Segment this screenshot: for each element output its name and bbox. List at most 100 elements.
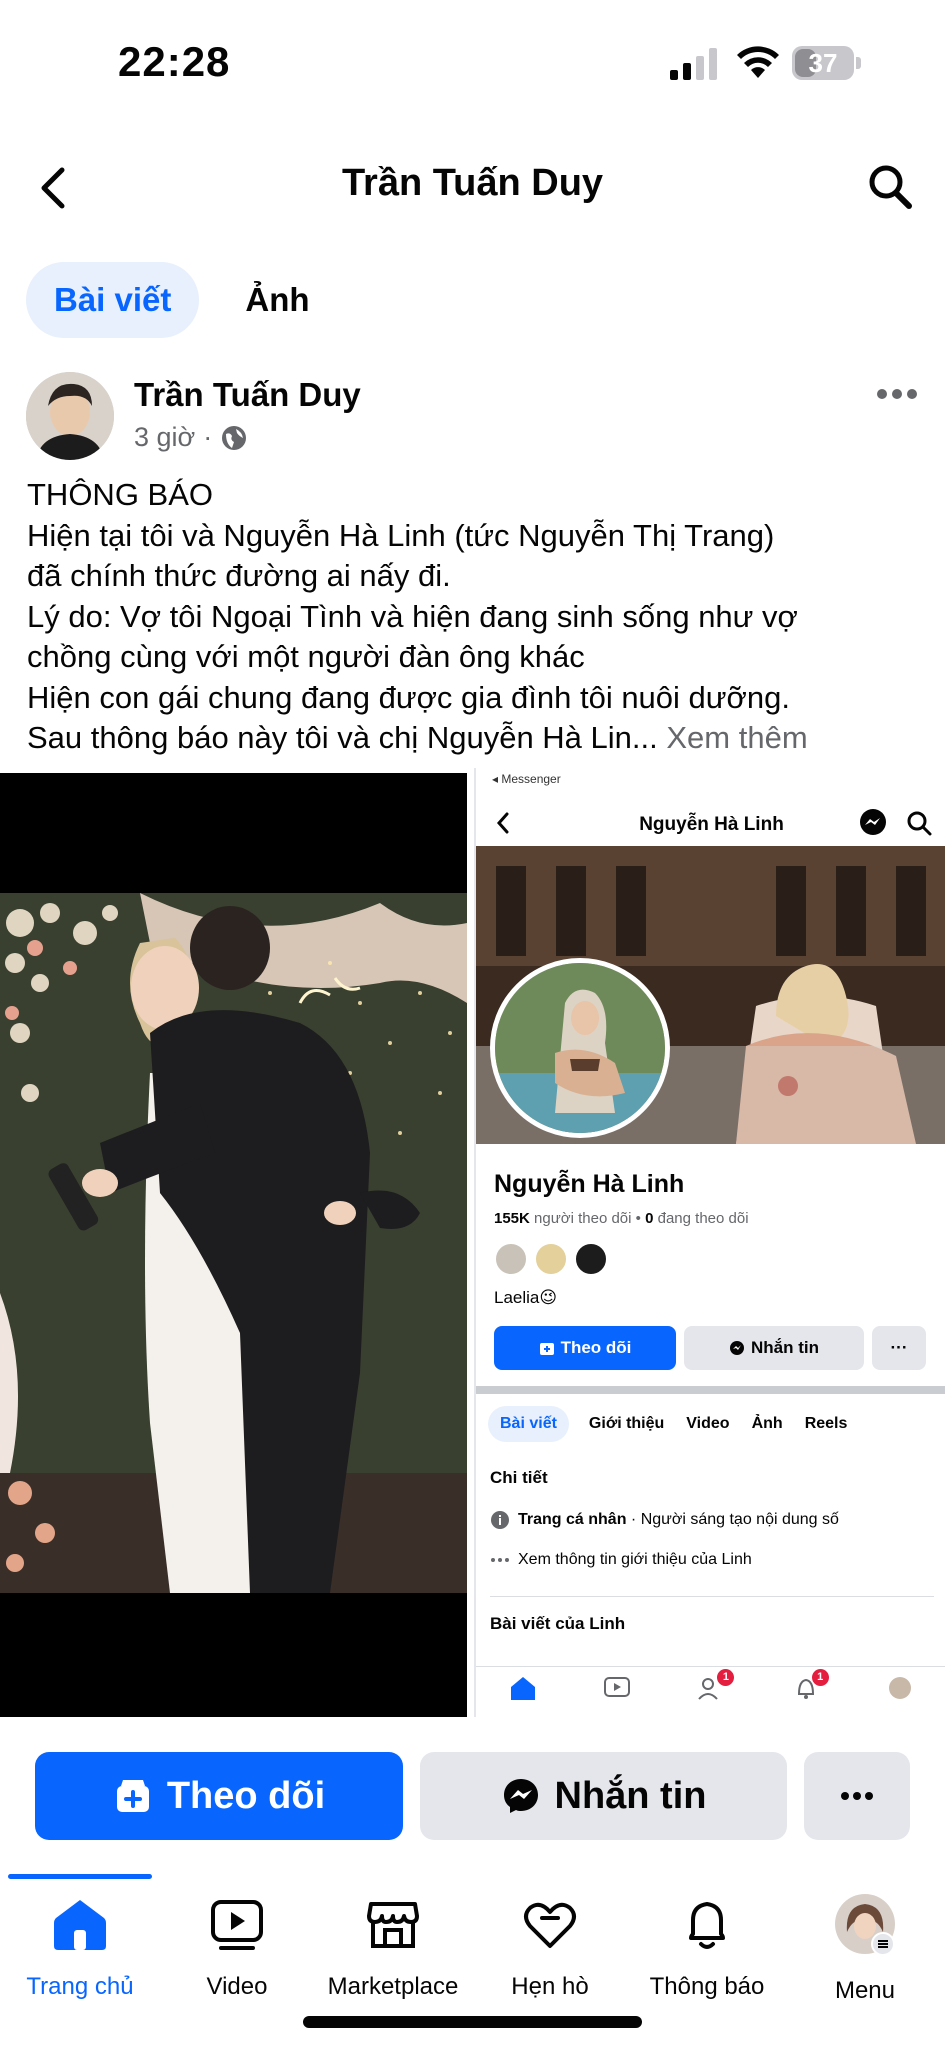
inner-action-buttons: Theo dõi Nhắn tin ···	[494, 1326, 934, 1370]
page-title: Trần Tuấn Duy	[341, 162, 604, 204]
inner-friends-badge: 1	[717, 1669, 735, 1686]
inner-message-button: Nhắn tin	[684, 1326, 864, 1370]
post-author-name[interactable]: Trần Tuấn Duy	[134, 376, 361, 414]
cellular-signal-icon	[670, 48, 717, 80]
inner-details-heading: Chi tiết	[490, 1468, 548, 1487]
inner-tab-about: Giới thiệu	[588, 1415, 665, 1432]
marketplace-icon	[367, 1902, 419, 1948]
video-icon	[211, 1900, 263, 1950]
inner-video-icon	[604, 1677, 631, 1697]
post-body: THÔNG BÁO Hiện tại tôi và Nguyễn Hà Linh…	[27, 475, 927, 759]
more-actions-button[interactable]	[804, 1752, 910, 1840]
inner-friend-more-icon	[574, 1242, 608, 1276]
post-line: THÔNG BÁO	[27, 477, 214, 512]
inner-profile-name: Nguyễn Hà Linh	[494, 1170, 685, 1198]
inner-bio: Laelia😉	[494, 1288, 558, 1307]
inner-follow-stats: 155K người theo dõi • 0 đang theo dõi	[494, 1210, 749, 1227]
active-tab-indicator	[8, 1874, 152, 1879]
nav-home[interactable]: Trang chủ	[0, 1896, 160, 2001]
menu-avatar-icon	[835, 1894, 895, 1956]
post-line: chồng cùng với một người đàn ông khác	[27, 639, 585, 674]
post-line: Hiện tại tôi và Nguyễn Hà Linh (tức Nguy…	[27, 517, 775, 553]
inner-messenger-icon	[860, 809, 886, 835]
inner-tab-posts: Bài viết	[488, 1406, 569, 1442]
inner-profile-picture	[490, 958, 670, 1138]
wifi-icon	[737, 46, 779, 78]
inner-friend-avatar	[534, 1242, 568, 1276]
messenger-icon	[503, 1779, 538, 1813]
nav-home-label: Trang chủ	[26, 1973, 134, 2000]
nav-notifications-label: Thông báo	[649, 1973, 765, 2000]
post-photo-couple[interactable]	[0, 773, 467, 1717]
inner-detail-bold: Trang cá nhân	[518, 1511, 627, 1528]
home-indicator	[303, 2016, 642, 2028]
home-icon	[54, 1900, 106, 1950]
inner-follow-button: Theo dõi	[494, 1326, 676, 1370]
nav-menu-label: Menu	[834, 1977, 896, 2004]
inner-detail-row: Trang cá nhân · Người sáng tạo nội dung …	[490, 1510, 839, 1530]
post-line: đã chính thức đường ai nấy đi.	[27, 558, 451, 593]
follow-icon	[116, 1780, 149, 1812]
ellipsis-icon	[491, 1558, 509, 1562]
page-header: Trần Tuấn Duy	[0, 140, 945, 236]
inner-following-text: đang theo dõi	[657, 1210, 749, 1227]
nav-notifications[interactable]: Thông báo	[627, 1896, 787, 2001]
tab-photos[interactable]: Ảnh	[217, 262, 337, 338]
inner-friends-icon: 1	[696, 1669, 735, 1701]
follow-button[interactable]: Theo dõi	[35, 1752, 403, 1840]
inner-home-icon	[511, 1677, 536, 1700]
author-avatar[interactable]	[26, 372, 114, 460]
message-button[interactable]: Nhắn tin	[420, 1752, 787, 1840]
inner-detail-rest: · Người sáng tạo nội dung số	[626, 1511, 839, 1528]
inner-tab-video: Video	[686, 1415, 730, 1432]
profile-tabs: Bài viết Ảnh	[26, 262, 338, 338]
battery-icon: 37	[792, 46, 862, 80]
nav-video[interactable]: Video	[157, 1896, 317, 2001]
post-truncated-text: Sau thông báo này tôi và chị Nguyễn Hà L…	[27, 720, 658, 755]
inner-menu-avatar-icon	[888, 1677, 911, 1699]
more-horizontal-icon	[841, 1792, 873, 1800]
public-globe-icon	[222, 425, 247, 450]
status-time: 22:28	[118, 38, 231, 85]
inner-friend-avatar	[494, 1242, 528, 1276]
search-icon[interactable]	[866, 162, 914, 212]
nav-dating[interactable]: Hẹn hò	[470, 1896, 630, 2001]
inner-followers-count: 155K	[494, 1210, 530, 1227]
post-line-last: Sau thông báo này tôi và chị Nguyễn Hà L…	[27, 718, 927, 759]
post-meta: 3 giờ ·	[134, 422, 248, 453]
inner-divider-line	[490, 1596, 934, 1597]
inner-tab-photos: Ảnh	[751, 1415, 783, 1432]
info-icon	[491, 1511, 509, 1529]
inner-follow-icon	[539, 1343, 554, 1355]
follow-label: Theo dõi	[166, 1774, 326, 1817]
bell-icon	[689, 1902, 725, 1949]
inner-follow-label: Theo dõi	[560, 1338, 632, 1357]
inner-about-row: Xem thông tin giới thiệu của Linh	[490, 1550, 752, 1570]
inner-bell-icon: 1	[791, 1669, 829, 1701]
inner-tabs: Bài viết Giới thiệu Video Ảnh Reels	[488, 1406, 849, 1442]
inner-more-button: ···	[872, 1326, 926, 1370]
post-line: Lý do: Vợ tôi Ngoại Tình và hiện đang si…	[27, 598, 798, 634]
see-more-link[interactable]: Xem thêm	[666, 720, 807, 755]
meta-separator: ·	[203, 422, 213, 452]
inner-search-icon	[907, 811, 932, 836]
inner-about-link: Xem thông tin giới thiệu của Linh	[518, 1551, 752, 1568]
inner-message-label: Nhắn tin	[751, 1338, 819, 1357]
nav-marketplace-label: Marketplace	[327, 1973, 459, 2000]
more-options-icon[interactable]	[876, 382, 918, 406]
inner-divider	[476, 1386, 945, 1394]
inner-back-to-messenger: ◂ Messenger	[492, 772, 561, 786]
inner-mutual-avatars	[494, 1242, 608, 1276]
nav-menu[interactable]: Menu	[785, 1894, 945, 2005]
post-photo-profile-screenshot[interactable]: ◂ Messenger Nguyễn Hà Linh Nguyễn Hà Lin…	[474, 768, 945, 1717]
nav-marketplace[interactable]: Marketplace	[313, 1896, 473, 2001]
tab-posts[interactable]: Bài viết	[26, 262, 200, 338]
inner-followers-text: người theo dõi	[534, 1210, 632, 1227]
battery-percent: 37	[808, 48, 838, 78]
nav-dating-label: Hẹn hò	[511, 1973, 589, 2000]
post-time: 3 giờ	[134, 422, 196, 452]
dating-heart-icon	[524, 1902, 576, 1948]
inner-messenger-small-icon	[730, 1341, 744, 1355]
inner-following-count: 0	[645, 1210, 654, 1227]
post-line: Hiện con gái chung đang được gia đình tô…	[27, 679, 790, 715]
